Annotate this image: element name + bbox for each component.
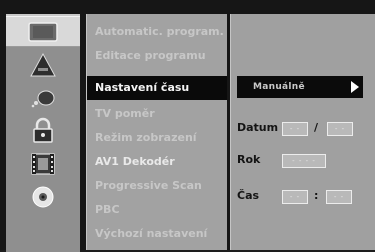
time-separator: : [314,189,319,202]
menu-item-tv-aspect[interactable]: TV poměr [87,102,227,126]
menu-item-program-edit[interactable]: Editace programu [87,44,227,68]
disc-icon [32,186,54,207]
language-icon [30,52,56,76]
category-icon-column [6,14,80,252]
film-icon [31,152,55,175]
category-language[interactable] [6,49,80,80]
category-disc[interactable] [6,181,80,212]
menu-item-factory-reset[interactable]: Výchozí nastavení [87,222,227,246]
clock-mode-selector[interactable]: Manuálně [237,76,363,98]
clock-settings-panel: Manuálně Datum - - / - - Rok - - - - Čas… [230,14,375,250]
time-hour-field[interactable]: - - [282,190,308,204]
year-label: Rok [237,153,261,166]
category-film[interactable] [6,148,80,179]
date-month-field[interactable]: - - [327,122,353,136]
date-day-field[interactable]: - - [282,122,308,136]
disc-tray-icon [28,21,58,42]
audio-icon [31,90,55,107]
menu-item-progressive-scan[interactable]: Progressive Scan [87,174,227,198]
category-audio[interactable] [6,82,80,113]
year-field[interactable]: - - - - [282,154,326,168]
arrow-right-icon [351,81,359,93]
clock-mode-value: Manuálně [253,82,305,92]
menu-item-clock-set[interactable]: Nastavení času [87,76,227,100]
settings-menu: Automatic. program. Editace programu Nas… [86,14,227,250]
menu-item-display-mode[interactable]: Režim zobrazení [87,126,227,150]
category-disc-tray[interactable] [6,16,80,47]
menu-item-auto-program[interactable]: Automatic. program. [87,20,227,44]
date-label: Datum [237,121,279,134]
dvd-setup-screen: Automatic. program. Editace programu Nas… [0,0,375,252]
category-lock[interactable] [6,115,80,146]
menu-item-pbc[interactable]: PBC [87,198,227,222]
lock-icon [33,117,53,143]
time-label: Čas [237,189,260,202]
date-separator: / [314,121,319,134]
menu-item-av1-decoder[interactable]: AV1 Dekodér [87,150,227,174]
time-minute-field[interactable]: - - [326,190,352,204]
